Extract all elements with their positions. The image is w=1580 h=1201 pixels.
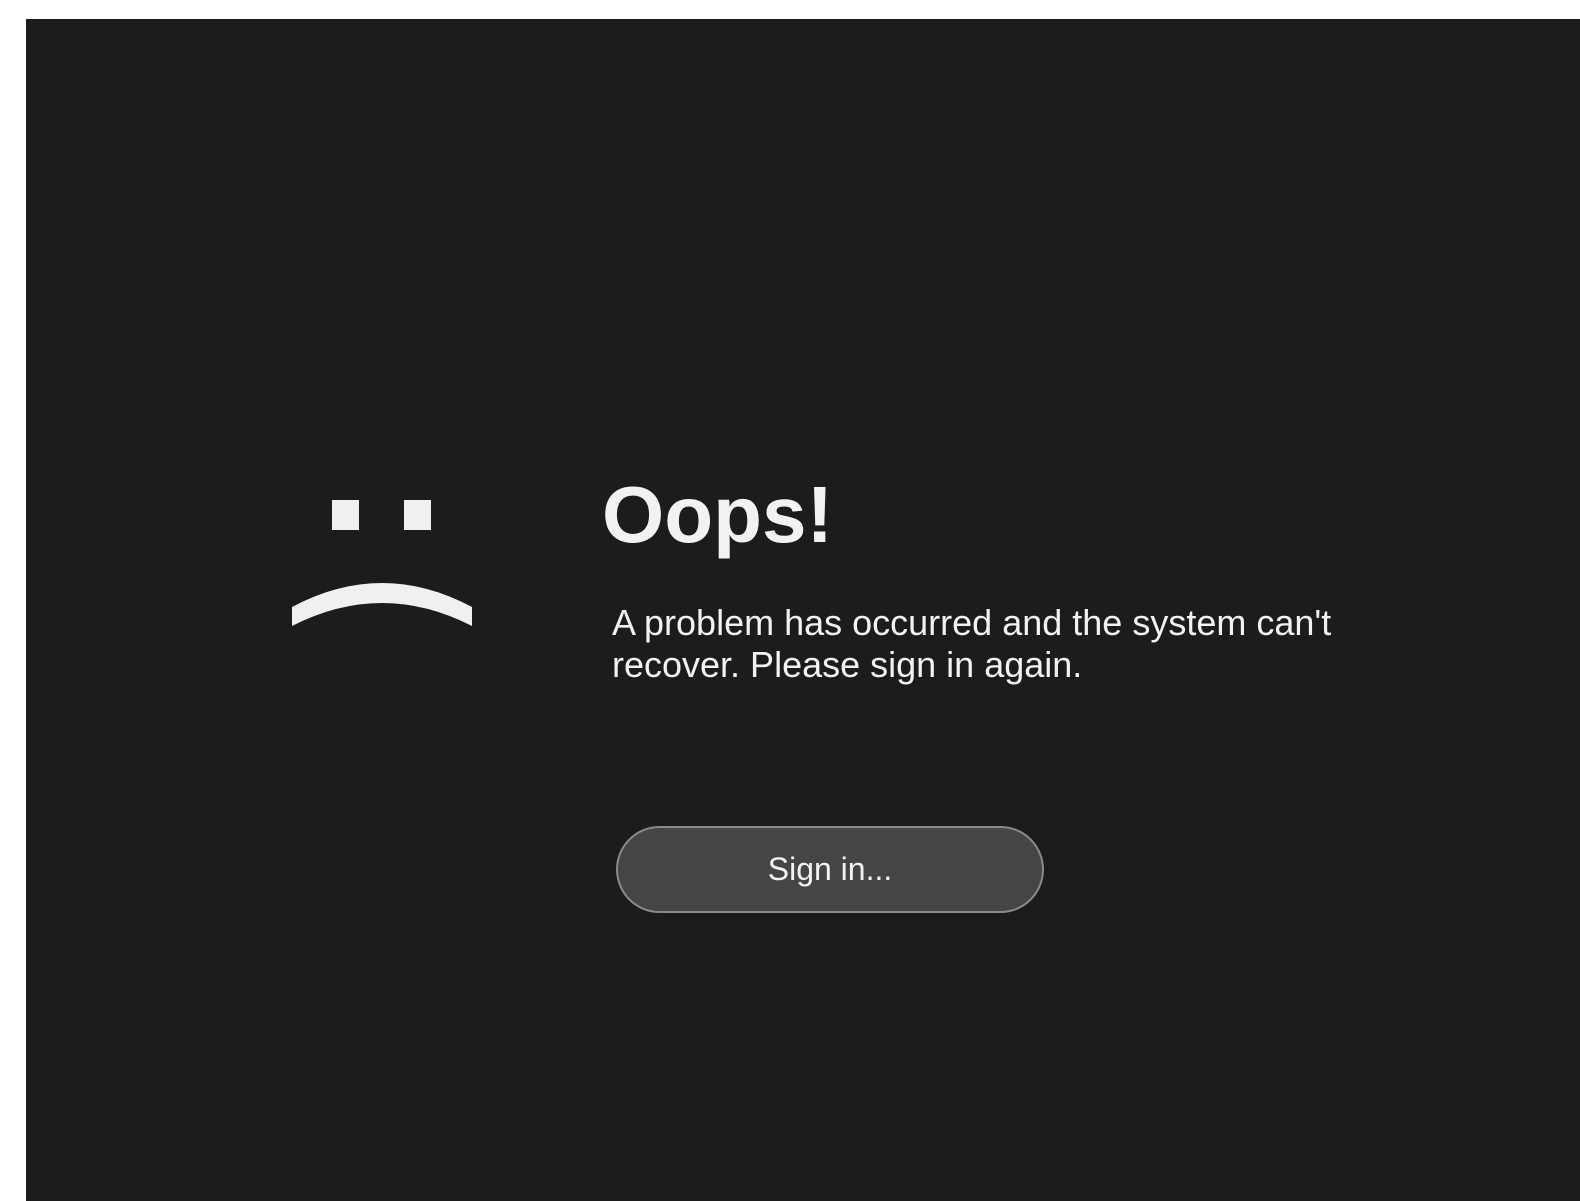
sign-in-button[interactable]: Sign in...	[616, 826, 1044, 913]
error-message: A problem has occurred and the system ca…	[612, 602, 1332, 685]
sad-face-icon	[290, 500, 474, 630]
error-title: Oops!	[602, 470, 834, 559]
error-screen: Oops! A problem has occurred and the sys…	[26, 19, 1580, 1201]
